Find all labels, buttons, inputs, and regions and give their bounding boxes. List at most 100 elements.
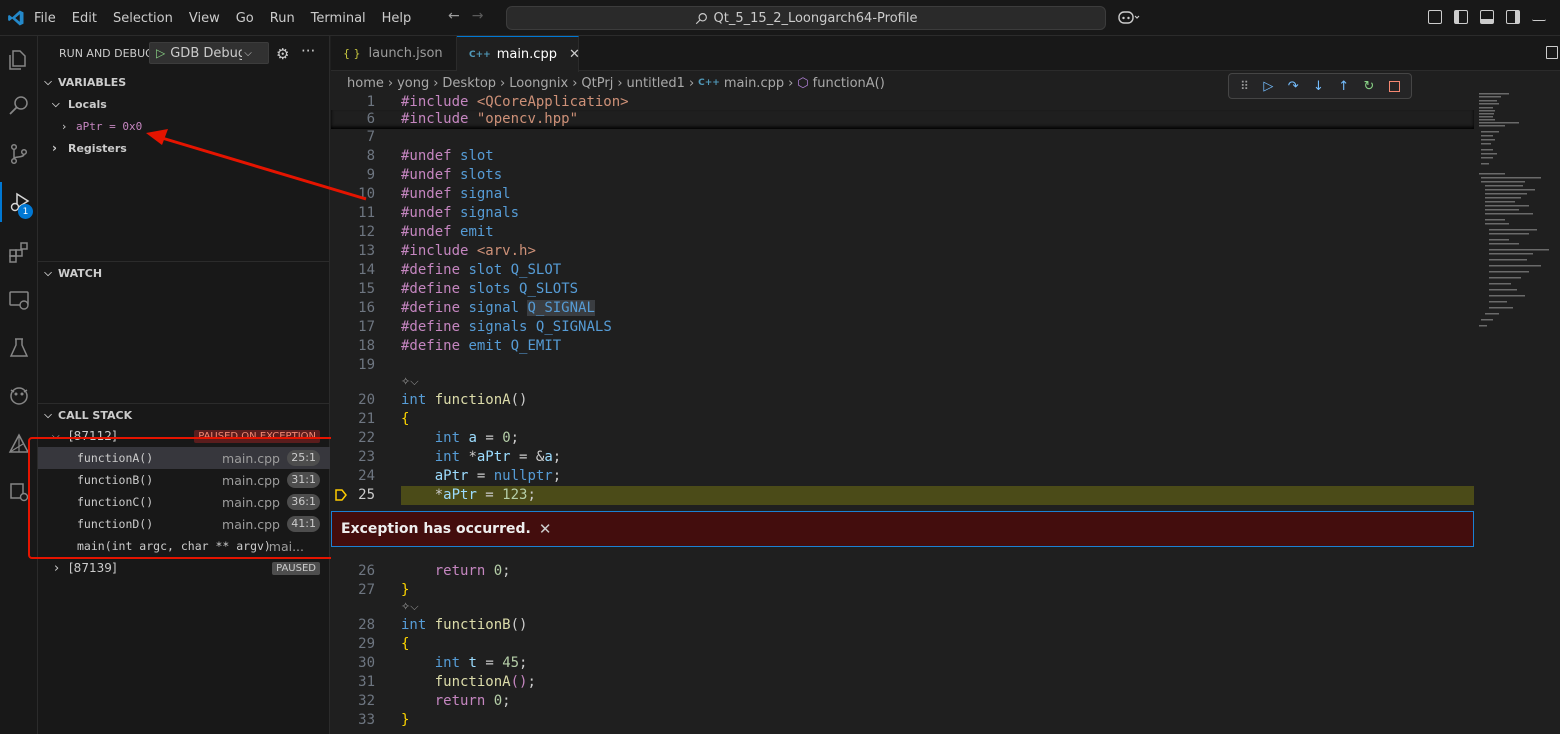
breadcrumb-sep-icon: ›: [500, 75, 506, 91]
breadcrumb-item[interactable]: Desktop: [442, 76, 496, 91]
continue-icon[interactable]: ▷: [1263, 79, 1273, 94]
toggle-secondary-sidebar-icon[interactable]: [1506, 10, 1520, 24]
exception-message: Exception has occurred.: [341, 521, 531, 537]
menu-run[interactable]: Run: [262, 11, 303, 26]
code-line: 32 return 0;: [358, 693, 511, 709]
split-editor-icon[interactable]: [1546, 46, 1558, 59]
more-actions-icon[interactable]: ···: [301, 42, 315, 60]
debug-config-select[interactable]: ▷ GDB Debug ⌵: [149, 42, 269, 64]
search-icon[interactable]: [0, 86, 38, 126]
customize-layout-icon[interactable]: [1428, 10, 1442, 24]
menu-terminal[interactable]: Terminal: [303, 11, 374, 26]
chevron-down-icon: ⌵: [52, 98, 60, 110]
variables-section-header[interactable]: ⌵ VARIABLES: [38, 71, 330, 93]
breadcrumb-item[interactable]: yong: [397, 76, 429, 91]
breadcrumb-item[interactable]: main.cpp: [724, 76, 784, 91]
breadcrumb-sep-icon: ›: [617, 75, 623, 91]
code-line: 7: [366, 129, 375, 145]
variable-row[interactable]: › aPtr = 0x0: [62, 115, 142, 137]
registers-scope[interactable]: › Registers: [52, 137, 127, 159]
minimize-icon[interactable]: [1532, 13, 1546, 21]
run-and-debug-icon[interactable]: 1: [0, 182, 38, 222]
tab-label: launch.json: [368, 46, 443, 61]
callstack-section-header[interactable]: ⌵ CALL STACK: [38, 404, 330, 426]
command-center-search[interactable]: Qt_5_15_2_Loongarch64-Profile: [506, 6, 1106, 30]
search-text: Qt_5_15_2_Loongarch64-Profile: [713, 10, 918, 26]
back-arrow-icon[interactable]: ←: [448, 8, 460, 24]
code-line: 14 #define slot Q_SLOT: [358, 262, 562, 278]
watch-title: WATCH: [58, 266, 103, 280]
editor-area: { } launch.json C++ main.cpp ✕ home › yon…: [331, 36, 1560, 734]
chevron-down-icon: ⌵: [244, 47, 252, 59]
breadcrumb: home › yong › Desktop › Loongnix › QtPrj › un…: [347, 72, 885, 94]
layout-controls: [1428, 10, 1546, 24]
menu-selection[interactable]: Selection: [105, 11, 181, 26]
title-bar: File Edit Selection View Go Run Terminal…: [0, 0, 1560, 36]
code-line: 21{: [358, 411, 410, 427]
explorer-icon[interactable]: [0, 40, 38, 80]
status-badge: PAUSED: [272, 561, 320, 575]
testing-icon[interactable]: [0, 328, 38, 368]
menu-view[interactable]: View: [181, 11, 228, 26]
codelens-icon[interactable]: ✧⌵: [401, 600, 419, 614]
code-line: 18 #define emit Q_EMIT: [358, 338, 562, 354]
breadcrumb-item[interactable]: Loongnix: [509, 76, 568, 91]
code-line: 23 int *aPtr = &a;: [358, 449, 562, 465]
chevron-down-icon: ⌵: [44, 409, 52, 421]
tab-main-cpp[interactable]: C++ main.cpp ✕: [457, 36, 580, 72]
extensions-icon[interactable]: [0, 232, 38, 272]
breadcrumb-item[interactable]: home: [347, 76, 384, 91]
toggle-panel-icon[interactable]: [1480, 10, 1494, 24]
editor-tabs: { } launch.json C++ main.cpp ✕: [331, 36, 1560, 72]
locals-scope[interactable]: ⌵ Locals: [52, 93, 107, 115]
chevron-right-icon: ›: [52, 141, 57, 155]
restart-icon[interactable]: ↻: [1363, 79, 1374, 94]
tab-launch-json[interactable]: { } launch.json: [331, 36, 457, 71]
close-icon[interactable]: ✕: [569, 47, 580, 62]
breadcrumb-sep-icon: ›: [788, 75, 794, 91]
menu-edit[interactable]: Edit: [64, 11, 105, 26]
registers-label: Registers: [68, 141, 127, 155]
code-line: 30 int t = 45;: [358, 655, 528, 671]
breadcrumb-item[interactable]: QtPrj: [581, 76, 613, 91]
menu-bar: File Edit Selection View Go Run Terminal…: [26, 0, 419, 36]
tab-label: main.cpp: [496, 47, 557, 62]
code-line: 15 #define slots Q_SLOTS: [358, 281, 579, 297]
remote-explorer-icon[interactable]: [0, 280, 38, 320]
method-icon: ⬡: [797, 75, 809, 91]
breadcrumb-item[interactable]: functionA(): [813, 76, 885, 91]
stop-icon[interactable]: [1388, 80, 1400, 92]
breadcrumb-item[interactable]: untitled1: [627, 76, 685, 91]
watch-section-header[interactable]: ⌵ WATCH: [38, 262, 330, 284]
debug-config-label: GDB Debug: [170, 45, 243, 61]
platformio-icon[interactable]: [0, 376, 38, 416]
menu-go[interactable]: Go: [228, 11, 262, 26]
forward-arrow-icon[interactable]: →: [472, 8, 484, 24]
code-line: 22 int a = 0;: [358, 430, 520, 446]
source-control-icon[interactable]: [0, 134, 38, 174]
code-line: 29{: [358, 636, 410, 652]
callstack-title: CALL STACK: [58, 408, 133, 422]
exception-widget: Exception has occurred. ✕: [331, 511, 1474, 547]
codelens-icon[interactable]: ✧⌵: [401, 375, 419, 389]
code-line: 9 #undef slots: [366, 167, 503, 183]
step-out-icon[interactable]: ↑: [1338, 79, 1349, 94]
thread-row[interactable]: › [87139] PAUSED: [38, 557, 330, 579]
variable-value: aPtr = 0x0: [76, 119, 143, 133]
menu-file[interactable]: File: [26, 11, 64, 26]
gear-icon[interactable]: ⚙: [276, 45, 289, 63]
step-over-icon[interactable]: ↷: [1288, 79, 1299, 94]
code-line: 17 #define signals Q_SIGNALS: [358, 319, 612, 335]
copilot-icon[interactable]: [1118, 9, 1140, 29]
drag-handle-icon[interactable]: ⠿: [1240, 79, 1249, 93]
toggle-sidebar-icon[interactable]: [1454, 10, 1468, 24]
locals-label: Locals: [68, 97, 107, 111]
code-line: 25 *aPtr = 123;: [358, 487, 536, 503]
minimap[interactable]: [1479, 93, 1557, 333]
close-icon[interactable]: ✕: [539, 520, 552, 538]
step-into-icon[interactable]: ↓: [1313, 79, 1324, 94]
menu-help[interactable]: Help: [374, 11, 420, 26]
breadcrumb-sep-icon: ›: [688, 75, 695, 91]
start-debug-icon[interactable]: ▷: [150, 46, 170, 60]
activity-bar: 1: [0, 36, 38, 734]
